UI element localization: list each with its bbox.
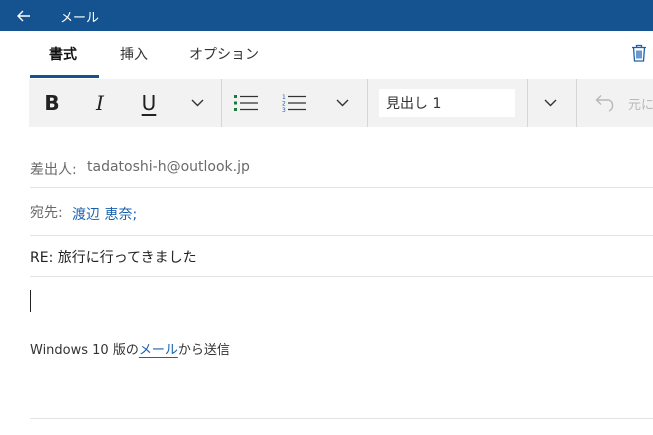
ribbon-tabs: 書式 挿入 オプション xyxy=(0,31,653,77)
back-arrow-icon xyxy=(17,10,30,21)
underline-button[interactable]: U xyxy=(133,79,165,127)
toolbar-divider xyxy=(367,79,368,127)
toolbar-divider xyxy=(576,79,577,127)
window-title: メール xyxy=(60,11,100,26)
undo-button[interactable] xyxy=(591,79,621,127)
recipient-chip[interactable]: 渡辺 恵奈; xyxy=(72,204,137,224)
from-row: 差出人: tadatoshi-h@outlook.jp xyxy=(30,145,653,188)
toolbar-divider xyxy=(527,79,528,127)
chevron-down-icon xyxy=(544,99,556,107)
tab-insert[interactable]: 挿入 xyxy=(120,44,148,64)
signature-link[interactable]: メール xyxy=(139,343,178,358)
numbered-list-icon: 1 2 3 xyxy=(282,94,306,113)
from-label: 差出人: xyxy=(30,162,77,178)
text-caret xyxy=(30,290,31,312)
tab-format[interactable]: 書式 xyxy=(49,44,77,64)
selected-tab-indicator xyxy=(30,75,99,78)
font-options-button[interactable] xyxy=(185,79,209,127)
to-row[interactable]: 宛先: 渡辺 恵奈; xyxy=(30,188,653,236)
bulleted-list-icon xyxy=(234,95,258,111)
signature[interactable]: Windows 10 版のメールから送信 xyxy=(30,339,230,358)
tab-options[interactable]: オプション xyxy=(189,44,259,64)
toolbar-divider xyxy=(221,79,222,127)
numbering-button[interactable]: 1 2 3 xyxy=(279,79,309,127)
undo-icon xyxy=(595,95,614,112)
paragraph-style-select[interactable]: 見出し 1 xyxy=(379,89,515,117)
chevron-down-icon xyxy=(191,99,203,107)
body-bottom-divider xyxy=(30,418,653,419)
to-label: 宛先: xyxy=(30,205,63,221)
format-toolbar: B I U 1 2 3 見出し 1 元に xyxy=(29,79,653,127)
subject-row[interactable]: RE: 旅行に行ってきました xyxy=(30,236,653,277)
title-bar: メール xyxy=(0,0,653,31)
svg-text:3: 3 xyxy=(282,107,286,113)
style-dropdown-button[interactable] xyxy=(538,79,562,127)
bold-button[interactable]: B xyxy=(37,79,67,127)
bullets-button[interactable] xyxy=(231,79,261,127)
discard-button[interactable] xyxy=(628,41,650,65)
trash-icon xyxy=(632,44,646,62)
undo-label: 元に xyxy=(628,98,653,113)
italic-button[interactable]: I xyxy=(85,79,115,127)
from-address[interactable]: tadatoshi-h@outlook.jp xyxy=(87,159,250,175)
signature-suffix: から送信 xyxy=(177,343,230,358)
subject-input[interactable]: RE: 旅行に行ってきました xyxy=(30,247,197,267)
back-button[interactable] xyxy=(8,0,40,31)
chevron-down-icon xyxy=(336,99,348,107)
list-options-button[interactable] xyxy=(330,79,354,127)
signature-prefix: Windows 10 版の xyxy=(30,343,139,358)
